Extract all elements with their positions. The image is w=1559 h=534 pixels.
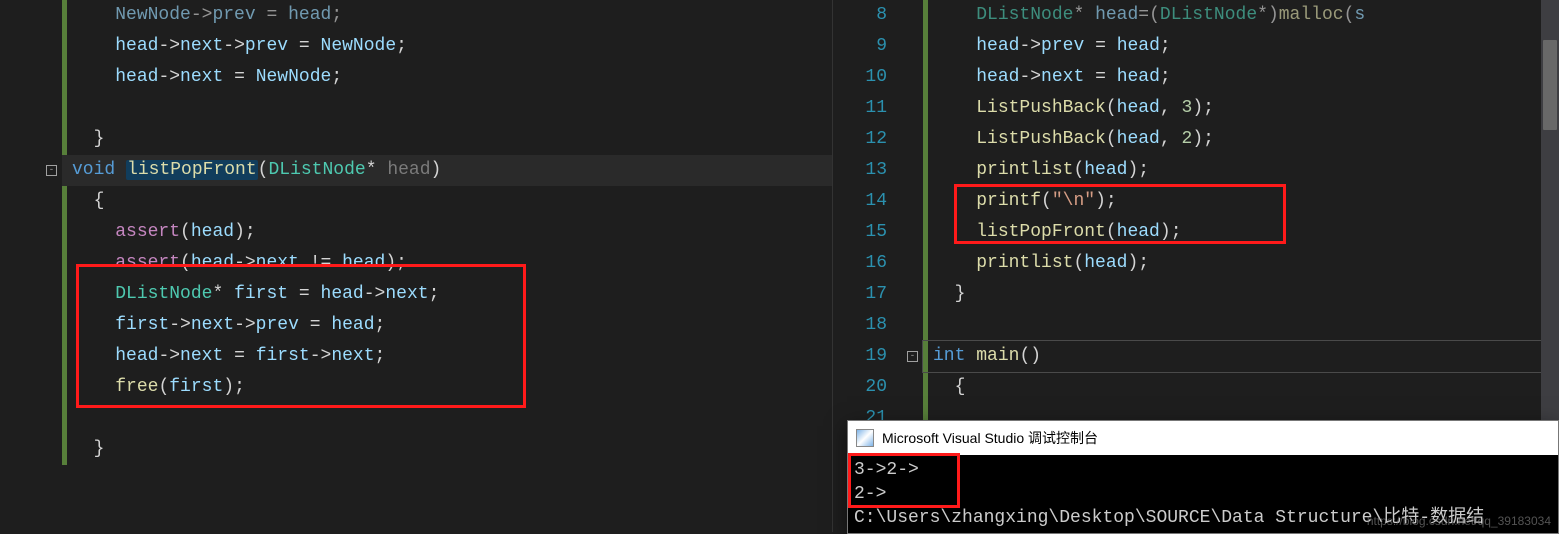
code-line[interactable]: printf("\n"); [923,186,1559,217]
code-line[interactable]: void listPopFront(DListNode* head) [62,155,832,186]
gutter-right: 89101112131415161718192021 [833,0,905,434]
line-number: 12 [833,124,887,155]
console-titlebar[interactable]: Microsoft Visual Studio 调试控制台 [848,421,1558,455]
line-number: 20 [833,372,887,403]
fold-toggle[interactable]: - [907,351,918,362]
code-line[interactable]: assert(head->next != head); [62,248,832,279]
code-line[interactable]: head->next = head; [923,62,1559,93]
scrollbar-thumb[interactable] [1543,40,1557,130]
code-line[interactable]: } [62,124,832,155]
code-line[interactable]: DListNode* head=(DListNode*)malloc(s [923,0,1559,31]
code-area-left[interactable]: NewNode->prev = head; head->next->prev =… [62,0,832,465]
line-number: 8 [833,0,887,31]
code-line[interactable]: DListNode* first = head->next; [62,279,832,310]
code-line[interactable]: } [62,434,832,465]
line-number: 15 [833,217,887,248]
line-number: 13 [833,155,887,186]
editor-pane-left[interactable]: - NewNode->prev = head; head->next->prev… [0,0,833,532]
line-number: 19 [833,341,887,372]
code-line[interactable]: { [923,372,1559,403]
code-line[interactable]: listPopFront(head); [923,217,1559,248]
console-title: Microsoft Visual Studio 调试控制台 [882,428,1098,448]
console-icon [856,429,874,447]
code-line[interactable]: first->next->prev = head; [62,310,832,341]
line-number: 16 [833,248,887,279]
code-line[interactable]: head->next = NewNode; [62,62,832,93]
code-line[interactable]: head->next = first->next; [62,341,832,372]
code-line[interactable]: printlist(head); [923,155,1559,186]
code-line[interactable] [923,310,1559,341]
code-line[interactable]: ListPushBack(head, 2); [923,124,1559,155]
fold-toggle[interactable]: - [46,165,57,176]
watermark-text: https://blog.csdn.net/qq_39183034 [1367,514,1551,528]
code-line[interactable]: free(first); [62,372,832,403]
line-number: 9 [833,31,887,62]
code-line[interactable]: } [923,279,1559,310]
code-line[interactable]: assert(head); [62,217,832,248]
code-line[interactable] [62,93,832,124]
code-line[interactable] [62,403,832,434]
code-line[interactable]: printlist(head); [923,248,1559,279]
code-line[interactable]: NewNode->prev = head; [62,0,832,31]
code-line[interactable]: ListPushBack(head, 3); [923,93,1559,124]
code-line[interactable]: head->prev = head; [923,31,1559,62]
line-number: 17 [833,279,887,310]
code-line[interactable]: int main() [923,341,1559,372]
line-number: 14 [833,186,887,217]
line-number: 10 [833,62,887,93]
code-area-right[interactable]: DListNode* head=(DListNode*)malloc(s hea… [923,0,1559,434]
scrollbar-vertical[interactable] [1541,0,1559,420]
code-line[interactable]: head->next->prev = NewNode; [62,31,832,62]
code-line[interactable]: { [62,186,832,217]
line-number: 11 [833,93,887,124]
line-number: 18 [833,310,887,341]
